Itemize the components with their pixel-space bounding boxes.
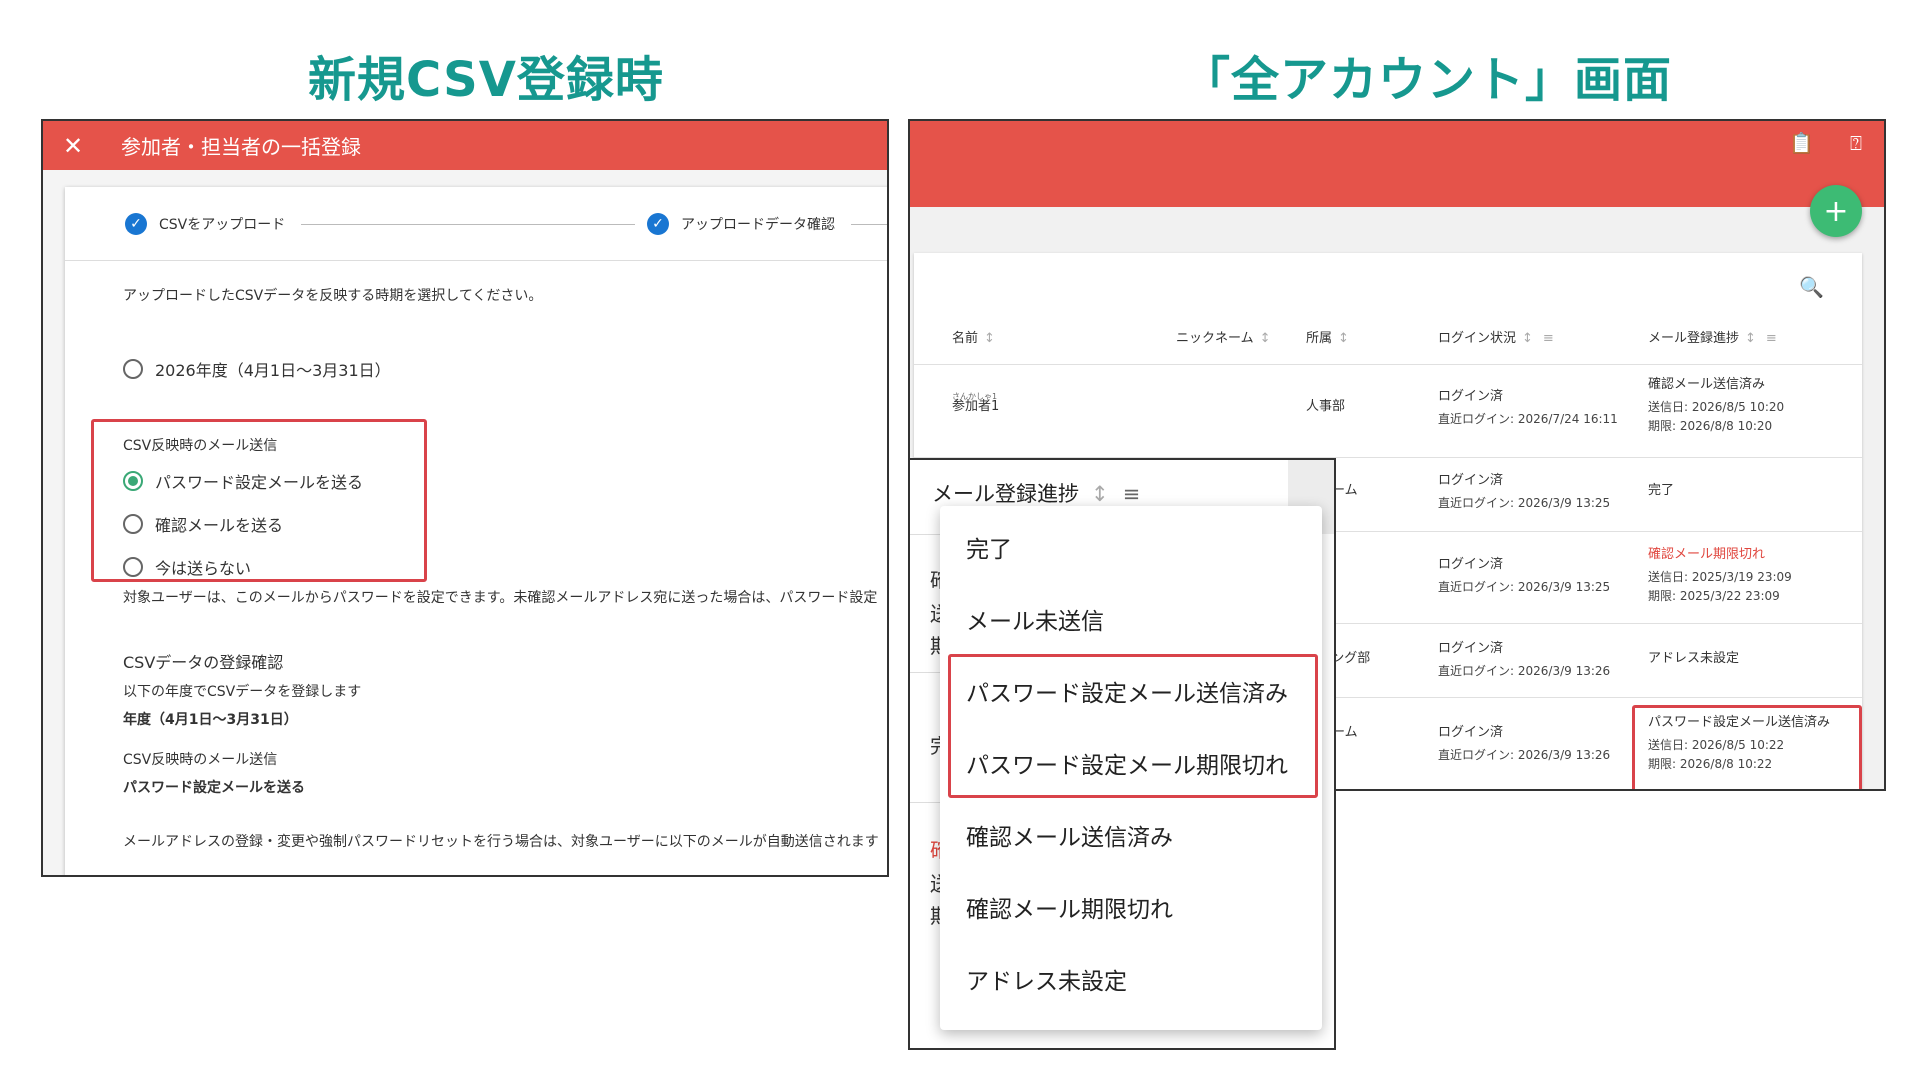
login-detail: 直近ログイン: 2026/3/9 13:26 bbox=[1438, 664, 1611, 678]
filter-icon[interactable]: ≡ bbox=[1123, 482, 1141, 506]
column-header-department[interactable]: 所属 ↕ bbox=[1306, 327, 1349, 346]
login-status-cell: ログイン済 bbox=[1438, 473, 1504, 488]
dialog-title: 参加者・担当者の一括登録 bbox=[121, 135, 361, 159]
search-icon[interactable]: 🔍 bbox=[1799, 275, 1824, 299]
login-detail: 直近ログイン: 2026/3/9 13:25 bbox=[1438, 580, 1611, 594]
mail-sent-date: 送信日: 2026/8/5 10:20 bbox=[1648, 400, 1785, 414]
dialog-header: ✕ 参加者・担当者の一括登録 bbox=[43, 121, 887, 170]
login-detail: 直近ログイン: 2026/3/9 13:25 bbox=[1438, 496, 1611, 510]
step-upload-csv: ✓ CSVをアップロード bbox=[125, 213, 285, 235]
confirm-year: 年度（4月1日〜3月31日） bbox=[123, 712, 298, 728]
department-cell: 人事部 bbox=[1306, 399, 1346, 414]
help-icon[interactable]: ⍰ bbox=[1850, 131, 1862, 155]
left-section-title: 新規CSV登録時 bbox=[308, 52, 664, 108]
menu-item-complete[interactable]: 完了 bbox=[966, 530, 1012, 564]
login-status-cell: ログイン済 bbox=[1438, 641, 1504, 656]
check-icon: ✓ bbox=[647, 213, 669, 235]
step-confirm-data: ✓ アップロードデータ確認 bbox=[647, 213, 835, 235]
menu-item-confirm-mail-sent[interactable]: 確認メール送信済み bbox=[966, 818, 1173, 852]
mail-progress-cell: 完了 bbox=[1648, 483, 1675, 498]
instruction-text: アップロードしたCSVデータを反映する時期を選択してください。 bbox=[123, 288, 543, 304]
app-header: 📋 ⍰ bbox=[910, 121, 1884, 207]
highlight-mail-options bbox=[91, 419, 427, 582]
step-connector bbox=[851, 224, 887, 225]
csv-upload-dialog: ✕ 参加者・担当者の一括登録 ✓ CSVをアップロード ✓ アップロードデータ確… bbox=[41, 119, 889, 877]
step-label: アップロードデータ確認 bbox=[681, 217, 835, 233]
filter-icon[interactable]: ≡ bbox=[1543, 331, 1554, 346]
login-status-cell: ログイン済 bbox=[1438, 389, 1504, 404]
radio-year-2026[interactable]: 2026年度（4月1日〜3月31日） bbox=[123, 357, 391, 381]
highlight-password-mail-sent bbox=[1632, 705, 1862, 789]
mail-progress-cell: 確認メール送信済み bbox=[1648, 377, 1766, 392]
login-detail: 直近ログイン: 2026/3/9 13:26 bbox=[1438, 748, 1611, 762]
column-header-name[interactable]: 名前 ↕ bbox=[952, 327, 995, 346]
login-status-cell: ログイン済 bbox=[1438, 557, 1504, 572]
menu-item-no-address[interactable]: アドレス未設定 bbox=[966, 962, 1127, 996]
mail-progress-filter-popup: メール登録進捗↕≡ 確 送 期 完 確 送 期 完了 メール未送信 パスワード設… bbox=[908, 458, 1336, 1050]
add-account-button[interactable]: + bbox=[1810, 185, 1862, 237]
clipboard-icon[interactable]: 📋 bbox=[1789, 131, 1814, 155]
menu-item-confirm-mail-expired[interactable]: 確認メール期限切れ bbox=[966, 890, 1173, 924]
row-divider bbox=[914, 364, 1862, 365]
confirm-heading: CSVデータの登録確認 bbox=[123, 653, 284, 672]
row-divider bbox=[910, 802, 940, 803]
login-status-cell: ログイン済 bbox=[1438, 725, 1504, 740]
sort-icon[interactable]: ↕ bbox=[1338, 331, 1349, 346]
confirm-mail-value: パスワード設定メールを送る bbox=[123, 780, 305, 796]
sort-icon[interactable]: ↕ bbox=[1745, 331, 1756, 346]
sort-icon[interactable]: ↕ bbox=[1260, 331, 1271, 346]
plus-icon: + bbox=[1823, 193, 1849, 229]
mail-expire-date: 期限: 2026/8/8 10:20 bbox=[1648, 419, 1773, 433]
stepper: ✓ CSVをアップロード ✓ アップロードデータ確認 bbox=[65, 187, 887, 261]
sort-icon[interactable]: ↕ bbox=[1091, 482, 1109, 506]
mail-progress-cell: アドレス未設定 bbox=[1648, 651, 1740, 666]
mail-note: 対象ユーザーは、このメールからパスワードを設定できます。未確認メールアドレス宛に… bbox=[123, 590, 878, 606]
mail-progress-cell: 確認メール期限切れ bbox=[1648, 547, 1766, 562]
step-connector bbox=[301, 224, 635, 225]
row-divider bbox=[910, 534, 940, 535]
row-divider bbox=[910, 672, 940, 673]
name-cell[interactable]: 参加者1 bbox=[952, 397, 999, 417]
filter-menu: 完了 メール未送信 パスワード設定メール送信済み パスワード設定メール期限切れ … bbox=[940, 506, 1322, 1030]
sort-icon[interactable]: ↕ bbox=[1522, 331, 1533, 346]
sort-icon[interactable]: ↕ bbox=[984, 331, 995, 346]
column-header-login-status[interactable]: ログイン状況 ↕ ≡ bbox=[1438, 327, 1554, 346]
close-icon[interactable]: ✕ bbox=[63, 132, 93, 160]
footer-note: メールアドレスの登録・変更や強制パスワードリセットを行う場合は、対象ユーザーに以… bbox=[123, 834, 879, 850]
confirm-mail-label: CSV反映時のメール送信 bbox=[123, 752, 278, 768]
step-label: CSVをアップロード bbox=[159, 217, 286, 233]
column-header-nickname[interactable]: ニックネーム ↕ bbox=[1176, 327, 1271, 346]
check-icon: ✓ bbox=[125, 213, 147, 235]
filter-column-title: メール登録進捗 ↕ ≡ bbox=[932, 482, 1141, 506]
mail-expire-date: 期限: 2025/3/22 23:09 bbox=[1648, 589, 1780, 603]
column-header-mail-progress[interactable]: メール登録進捗 ↕ ≡ bbox=[1648, 327, 1777, 346]
filter-icon[interactable]: ≡ bbox=[1766, 331, 1777, 346]
highlight-password-options bbox=[948, 654, 1318, 798]
confirm-subtext: 以下の年度でCSVデータを登録します bbox=[123, 684, 362, 700]
menu-item-not-sent[interactable]: メール未送信 bbox=[966, 602, 1104, 636]
radio-label: 2026年度（4月1日〜3月31日） bbox=[155, 361, 391, 380]
mail-sent-date: 送信日: 2025/3/19 23:09 bbox=[1648, 570, 1792, 584]
login-detail: 直近ログイン: 2026/7/24 16:11 bbox=[1438, 412, 1618, 426]
radio-button[interactable] bbox=[123, 359, 143, 379]
right-section-title: 「全アカウント」画面 bbox=[1182, 52, 1673, 108]
